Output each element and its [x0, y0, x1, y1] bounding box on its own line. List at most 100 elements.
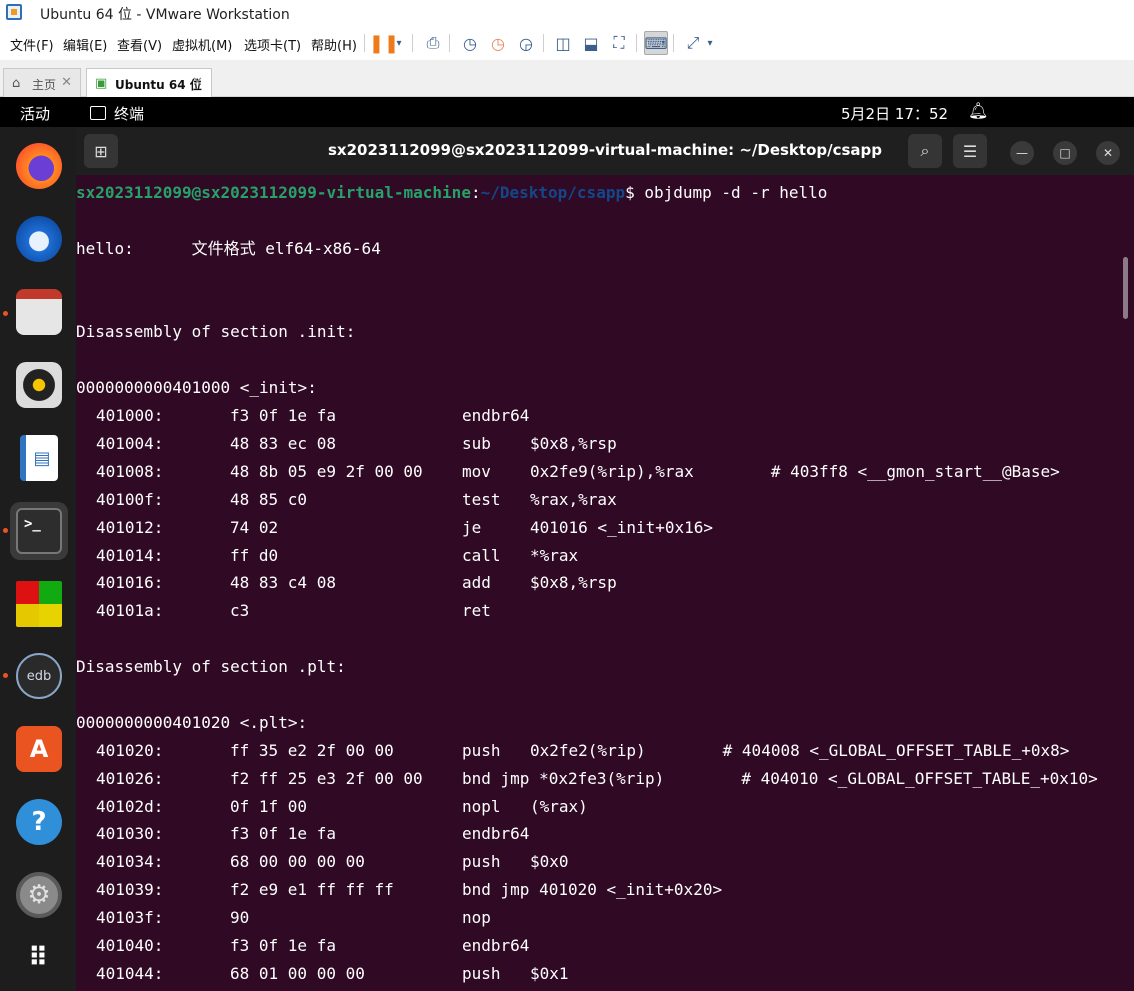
row-mnemonic: bnd jmp *0x2fe3(%rip) # 404010 <_GLOBAL_… — [462, 768, 1098, 788]
row-operands: 0x2fe2(%rip) # 404008 <_GLOBAL_OFFSET_TA… — [530, 740, 1070, 760]
function-label: 0000000000401000 <_init>: — [76, 378, 317, 398]
row-operands: (%rax) — [530, 796, 588, 816]
row-operands: $0x1 — [530, 963, 569, 983]
toolbar-separator — [449, 34, 450, 52]
menu-vm[interactable]: 虚拟机(M) — [172, 35, 232, 54]
disassembly-row: 401020: ff 35 e2 2f 00 00 push 0x2fe2(%rip)… — [76, 737, 1116, 765]
send-ctrl-alt-del-icon[interactable]: ⎙ — [421, 31, 445, 55]
close-icon[interactable]: ✕ — [61, 75, 72, 90]
app-center-icon: A — [16, 726, 62, 772]
section-heading: Disassembly of section .init: — [76, 322, 356, 342]
row-address: 401044: — [96, 963, 164, 983]
menu-file[interactable]: 文件(F) — [10, 35, 54, 54]
help-icon: ? — [16, 799, 62, 845]
stretch-dropdown-icon[interactable]: ▾ — [703, 31, 717, 55]
disassembly-row: 401012: 74 02 je 401016 <_init+0x16> — [76, 514, 1116, 542]
show-library-icon[interactable]: ◫ — [551, 31, 575, 55]
disassembly-row: 401044: 68 01 00 00 00 push $0x1 — [76, 960, 1116, 988]
tab-strip: ⌂ 主页 ✕ ▣ Ubuntu 64 位 ✕ — [0, 60, 1134, 97]
row-bytes: 74 02 — [230, 517, 279, 537]
tab-home[interactable]: ⌂ 主页 ✕ — [3, 68, 81, 97]
maximize-icon[interactable]: □ — [1053, 141, 1077, 165]
row-address: 401000: — [96, 406, 164, 426]
tab-ubuntu[interactable]: ▣ Ubuntu 64 位 ✕ — [86, 68, 212, 97]
search-icon[interactable]: ⌕ — [908, 134, 942, 168]
dock-edb[interactable]: edb — [10, 647, 68, 705]
dock-app-center[interactable]: A — [10, 720, 68, 778]
dock-settings[interactable]: ⚙ — [10, 866, 68, 924]
row-mnemonic: call — [462, 545, 501, 565]
clock[interactable]: 5月2日 17：52 — [841, 103, 948, 124]
row-mnemonic: bnd jmp 401020 <_init+0x20> — [462, 880, 723, 900]
row-operands: %rax,%rax — [530, 489, 617, 509]
dock: ▤ >_ edb A ? ⚙ ⠿ — [0, 127, 76, 991]
row-mnemonic: nop — [462, 908, 491, 928]
thumbnail-bar-icon[interactable]: ⬓ — [579, 31, 603, 55]
folder-icon — [16, 289, 62, 335]
gear-icon: ⚙ — [16, 872, 62, 918]
disassembly-row: 401030: f3 0f 1e fa endbr64 — [76, 820, 1116, 848]
running-indicator — [3, 311, 8, 316]
disassembly-row: 401000: f3 0f 1e fa endbr64 — [76, 402, 1116, 430]
row-operands: *%rax — [530, 545, 579, 565]
menu-edit[interactable]: 编辑(E) — [63, 35, 107, 54]
row-mnemonic: mov — [462, 461, 491, 481]
edb-icon: edb — [16, 653, 62, 699]
row-bytes: 48 85 c0 — [230, 489, 308, 509]
row-mnemonic: push — [462, 740, 501, 760]
close-icon[interactable]: ✕ — [1096, 141, 1120, 165]
dock-terminal[interactable]: >_ — [10, 502, 68, 560]
menu-tabs[interactable]: 选项卡(T) — [244, 35, 301, 54]
dock-show-apps[interactable]: ⠿ — [10, 929, 68, 987]
dock-writer[interactable]: ▤ — [10, 429, 68, 487]
file-format-line: hello: 文件格式 elf64-x86-64 — [76, 238, 381, 258]
scrollbar[interactable] — [1123, 257, 1128, 319]
dock-thunderbird[interactable] — [10, 210, 68, 268]
console-view-icon[interactable]: ⌨ — [644, 31, 668, 55]
row-address: 40101a: — [96, 601, 164, 621]
menu-help[interactable]: 帮助(H) — [311, 35, 357, 54]
dock-firefox[interactable] — [10, 137, 68, 195]
toolbar-separator — [636, 34, 637, 52]
menubar: 文件(F) 编辑(E) 查看(V) 虚拟机(M) 选项卡(T) 帮助(H) ❚❚… — [0, 26, 1134, 60]
row-address: 401016: — [96, 573, 164, 593]
disassembly-row: 40100f: 48 85 c0 test %rax,%rax — [76, 486, 1116, 514]
row-bytes: 48 83 c4 08 — [230, 573, 336, 593]
row-bytes: 48 83 ec 08 — [230, 434, 336, 454]
revert-snapshot-icon[interactable]: ◷ — [486, 31, 510, 55]
snapshot-manager-icon[interactable]: ◶ — [514, 31, 538, 55]
app-menu[interactable]: 终端 — [90, 103, 144, 124]
row-address: 401030: — [96, 824, 164, 844]
menu-view[interactable]: 查看(V) — [117, 35, 162, 54]
pause-dropdown-icon[interactable]: ▾ — [392, 31, 406, 55]
activities-button[interactable]: 活动 — [20, 103, 50, 124]
running-indicator — [3, 528, 8, 533]
row-address: 401026: — [96, 768, 164, 788]
row-bytes: c3 — [230, 601, 250, 621]
row-bytes: f3 0f 1e fa — [230, 824, 336, 844]
dock-files[interactable] — [10, 283, 68, 341]
disassembly-row: 401016: 48 83 c4 08 add $0x8,%rsp — [76, 569, 1116, 597]
running-indicator — [3, 673, 8, 678]
thunderbird-icon — [16, 216, 62, 262]
disassembly-row: 401039: f2 e9 e1 ff ff ff bnd jmp 401020 <… — [76, 876, 1116, 904]
row-operands: $0x8,%rsp — [530, 434, 617, 454]
dock-app[interactable] — [10, 575, 68, 633]
stretch-guest-icon[interactable]: ⤢ — [681, 31, 705, 55]
function-label: 0000000000401020 <.plt>: — [76, 712, 308, 732]
disassembly-row: 401014: ff d0 call *%rax — [76, 542, 1116, 570]
terminal-icon — [90, 106, 106, 120]
dock-rhythmbox[interactable] — [10, 356, 68, 414]
terminal-output[interactable]: sx2023112099@sx2023112099-virtual-machin… — [76, 179, 1116, 991]
command-text: objdump -d -r hello — [644, 183, 828, 202]
notification-bell-icon[interactable]: 🔔︎ — [968, 101, 988, 120]
minimize-icon[interactable]: — — [1010, 141, 1034, 165]
close-icon[interactable]: ✕ — [192, 75, 203, 90]
hamburger-menu-icon[interactable]: ☰ — [953, 134, 987, 168]
full-screen-icon[interactable]: ⛶ — [607, 31, 631, 55]
snapshot-icon[interactable]: ◷ — [458, 31, 482, 55]
dock-help[interactable]: ? — [10, 793, 68, 851]
